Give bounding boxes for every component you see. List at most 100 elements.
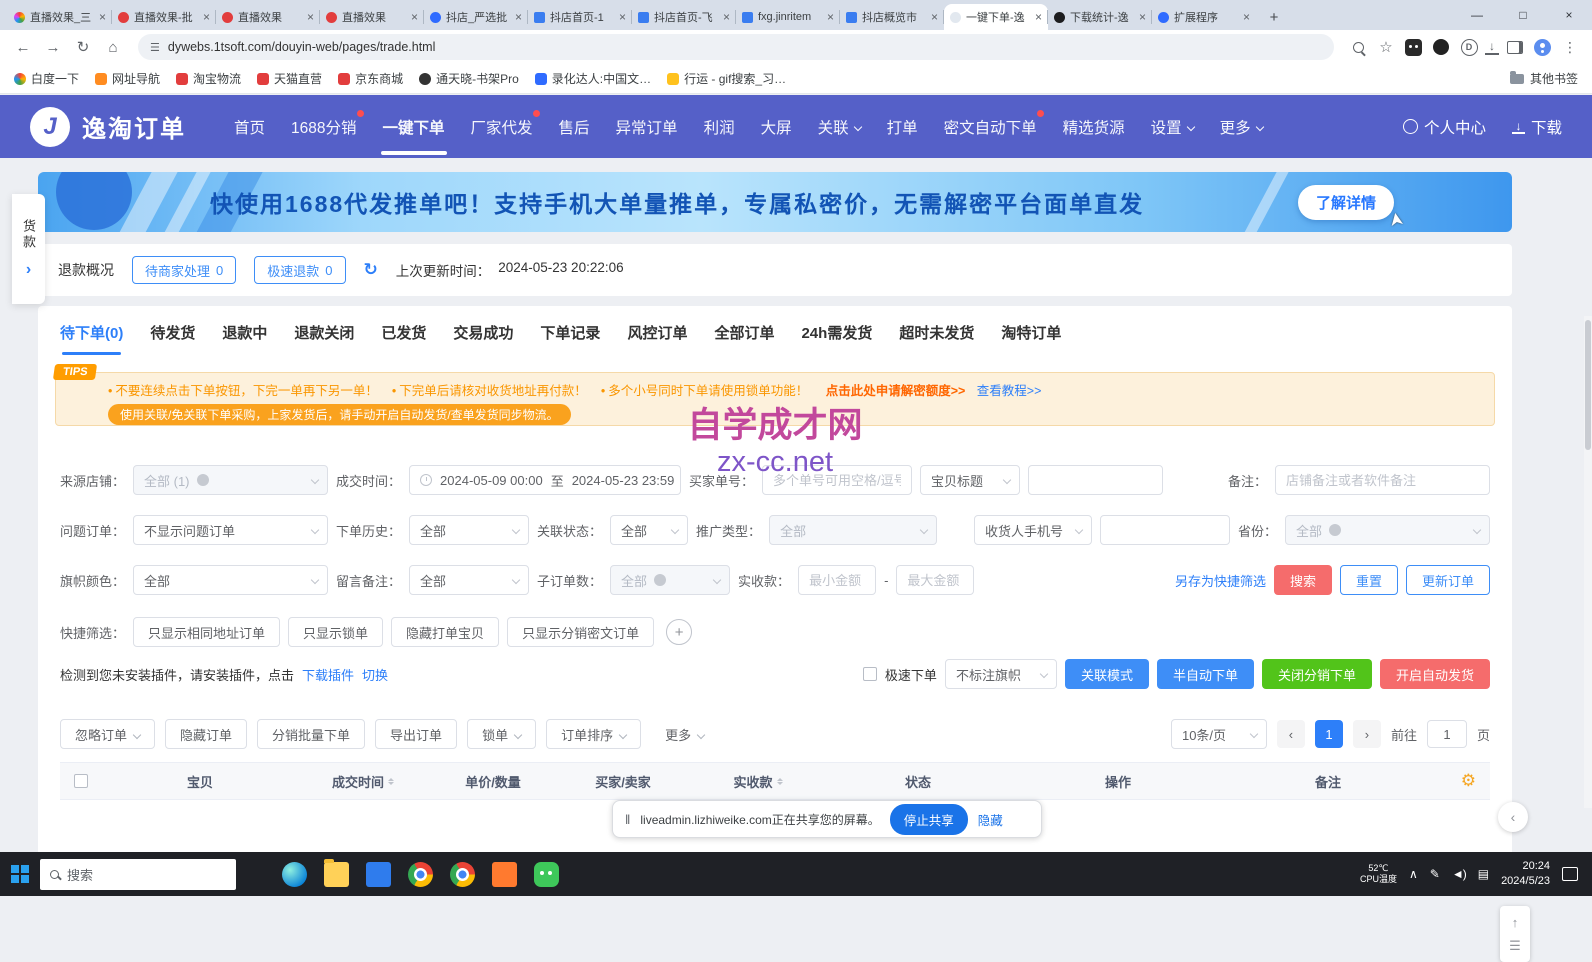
tab-close-icon[interactable]: ×	[619, 10, 626, 24]
taskbar-app-icon[interactable]	[450, 862, 475, 887]
browser-tab[interactable]: fxg.jinritem ×	[736, 4, 840, 30]
message-remark-select[interactable]: 全部	[409, 565, 529, 595]
table-column-header[interactable]: 操作	[1008, 772, 1228, 791]
toolbar-icon[interactable]	[1346, 35, 1370, 59]
list-icon[interactable]: ☰	[1509, 938, 1521, 954]
hide-share-bar-link[interactable]: 隐藏	[978, 810, 1003, 829]
toolbar-icon[interactable]	[1534, 39, 1551, 56]
browser-tab[interactable]: 下载统计-逸 ×	[1048, 4, 1152, 30]
nav-item[interactable]: 更多	[1220, 95, 1263, 158]
receiver-phone-select[interactable]: 收货人手机号	[974, 515, 1092, 545]
toolbar-icon[interactable]	[1374, 35, 1398, 59]
browser-tab[interactable]: 直播效果-批 ×	[112, 4, 216, 30]
taskbar-app-icon[interactable]	[492, 862, 517, 887]
switch-link[interactable]: 切换	[362, 665, 388, 684]
bookmarks-folder[interactable]: 其他书签	[1510, 70, 1578, 87]
download-plugin-link[interactable]: 下载插件	[302, 665, 354, 684]
relation-status-select[interactable]: 全部	[610, 515, 688, 545]
auto-ship-button[interactable]: 开启自动发货	[1380, 659, 1490, 689]
table-column-header[interactable]: 成交时间	[298, 772, 428, 791]
nav-item[interactable]: 异常订单	[616, 95, 678, 158]
order-history-select[interactable]: 全部	[409, 515, 529, 545]
taskbar-search[interactable]: 搜索	[40, 859, 236, 890]
browser-tab[interactable]: 抖店首页-1 ×	[528, 4, 632, 30]
browser-tab[interactable]: 直播效果 ×	[320, 4, 424, 30]
close-distribution-button[interactable]: 关闭分销下单	[1262, 659, 1372, 689]
back-button[interactable]: ←	[10, 34, 36, 60]
order-status-tab[interactable]: 下单记录	[540, 322, 600, 355]
cpu-temp-widget[interactable]: 52℃ CPU温度	[1360, 863, 1397, 886]
quick-filter-chip[interactable]: 只显示锁单	[288, 617, 383, 647]
paid-max-input[interactable]	[896, 565, 974, 595]
tray-icon[interactable]	[1478, 867, 1489, 881]
quick-filter-chip[interactable]: 只显示相同地址订单	[133, 617, 280, 647]
toolbar-icon[interactable]	[1405, 39, 1422, 56]
list-toolbar-button[interactable]: 更多	[651, 719, 718, 749]
tab-close-icon[interactable]: ×	[515, 10, 522, 24]
sort-icon[interactable]	[777, 775, 783, 788]
banner-detail-button[interactable]: 了解详情	[1298, 185, 1394, 220]
address-bar[interactable]: ☰ dywebs.1tsoft.com/douyin-web/pages/tra…	[138, 34, 1334, 60]
tab-close-icon[interactable]: ×	[1243, 10, 1250, 24]
browser-tab[interactable]: 抖店首页-飞 ×	[632, 4, 736, 30]
order-status-tab[interactable]: 退款中	[222, 322, 267, 355]
order-status-tab[interactable]: 24h需发货	[801, 322, 872, 355]
browser-tab[interactable]: 抖店_严选批 ×	[424, 4, 528, 30]
order-status-tab[interactable]: 全部订单	[714, 322, 774, 355]
profile-center-link[interactable]: 个人中心	[1403, 116, 1486, 138]
bookmark-item[interactable]: 录化达人:中国文…	[535, 70, 651, 87]
taskbar-app-icon[interactable]	[324, 862, 349, 887]
tab-close-icon[interactable]: ×	[723, 10, 730, 24]
list-toolbar-button[interactable]: 忽略订单	[60, 719, 155, 749]
scrollbar-thumb[interactable]	[1585, 320, 1591, 450]
nav-item[interactable]: 售后	[559, 95, 590, 158]
table-column-header[interactable]: 买家/卖家	[558, 772, 688, 791]
reload-button[interactable]: ↻	[70, 34, 96, 60]
per-page-select[interactable]: 10条/页	[1171, 719, 1267, 749]
order-status-tab[interactable]: 待下单(0)	[60, 322, 123, 355]
save-quick-filter-link[interactable]: 另存为快捷筛选	[1175, 571, 1266, 590]
bookmark-item[interactable]: 通天晓-书架Pro	[419, 70, 519, 87]
back-to-top-icon[interactable]: ↑	[1512, 915, 1519, 930]
tray-icon[interactable]	[1452, 867, 1466, 881]
tab-close-icon[interactable]: ×	[99, 10, 106, 24]
toolbar-icon[interactable]	[1558, 35, 1582, 59]
order-status-tab[interactable]: 交易成功	[453, 322, 513, 355]
bookmark-item[interactable]: 行运 - gif搜索_习…	[667, 70, 786, 87]
taskbar-clock[interactable]: 20:24 2024/5/23	[1501, 859, 1550, 889]
search-button[interactable]: 搜索	[1274, 565, 1332, 595]
refresh-icon[interactable]: ↻	[364, 260, 378, 280]
view-tutorial-link[interactable]: 查看教程>>	[977, 384, 1042, 398]
remark-input[interactable]	[1275, 465, 1490, 495]
quick-filter-chip[interactable]: 只显示分销密文订单	[507, 617, 654, 647]
problem-order-select[interactable]: 不显示问题订单	[133, 515, 328, 545]
suborder-count-select[interactable]: 全部	[610, 565, 730, 595]
receiver-phone-input[interactable]	[1100, 515, 1230, 545]
nav-item[interactable]: 大屏	[761, 95, 792, 158]
tab-close-icon[interactable]: ×	[1035, 10, 1042, 24]
toolbar-icon[interactable]	[1433, 39, 1449, 55]
promo-banner[interactable]: 快使用1688代发推单吧！支持手机大单量推单，专属私密价，无需解密平台面单直发 …	[38, 172, 1512, 232]
maximize-button[interactable]: □	[1500, 0, 1546, 30]
new-tab-button[interactable]: +	[1262, 5, 1286, 29]
nav-item[interactable]: 厂家代发	[471, 95, 533, 158]
toolbar-icon[interactable]	[1457, 35, 1481, 59]
taskbar-app-icon[interactable]	[282, 862, 307, 887]
title-type-select[interactable]: 宝贝标题	[920, 465, 1020, 495]
pending-merchant-button[interactable]: 待商家处理 0	[132, 256, 236, 284]
tray-icon[interactable]	[1430, 867, 1440, 881]
minimize-button[interactable]: —	[1454, 0, 1500, 30]
tab-close-icon[interactable]: ×	[931, 10, 938, 24]
table-column-header[interactable]: 宝贝	[102, 772, 298, 791]
nav-item[interactable]: 设置	[1151, 95, 1194, 158]
source-shop-select[interactable]: 全部 (1)	[133, 465, 328, 495]
start-button[interactable]	[0, 852, 40, 896]
home-button[interactable]: ⌂	[100, 34, 126, 60]
order-number-input[interactable]	[762, 465, 912, 495]
forward-button[interactable]: →	[40, 34, 66, 60]
taskbar-app-icon[interactable]	[408, 862, 433, 887]
bookmark-item[interactable]: 天猫直营	[257, 70, 322, 87]
tab-close-icon[interactable]: ×	[203, 10, 210, 24]
table-column-header[interactable]: 备注	[1228, 772, 1428, 791]
toolbar-icon[interactable]	[1503, 35, 1527, 59]
